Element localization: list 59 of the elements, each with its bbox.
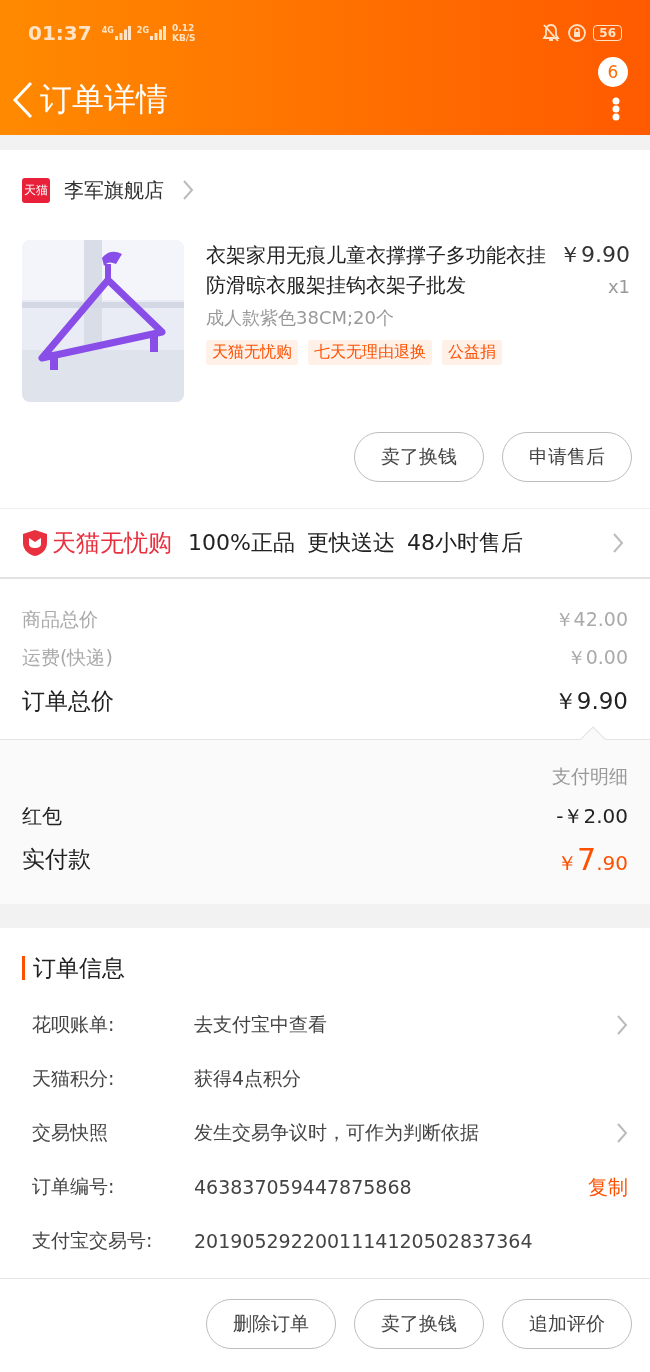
action-button[interactable]: 卖了换钱 [354, 1299, 484, 1349]
info-value[interactable]: 去支付宝中查看 [194, 1012, 616, 1038]
chevron-right-icon[interactable] [612, 532, 624, 554]
back-icon[interactable] [12, 81, 34, 119]
info-value: 463837059447875868 [194, 1176, 413, 1198]
info-value: 获得4点积分 [194, 1066, 303, 1091]
network-label: 4G [101, 25, 114, 35]
page-title: 订单详情 [40, 79, 168, 120]
status-time: 01:37 [28, 20, 92, 45]
product-title[interactable]: 衣架家用无痕儿童衣撑撑子多功能衣挂防滑晾衣服架挂钩衣架子批发 [206, 240, 551, 300]
product-quantity: x1 [607, 276, 630, 297]
payment-value: -￥2.00 [556, 802, 628, 830]
paid-label: 实付款 [22, 844, 91, 874]
section-title: 订单信息 [33, 953, 125, 983]
paid-amount: ￥7.90 [557, 841, 628, 877]
price-label: 运费(快递) [22, 645, 113, 670]
guarantee-item: 48小时售后 [406, 529, 523, 557]
price-value: ￥0.00 [566, 645, 628, 670]
action-button[interactable]: 追加评价 [502, 1299, 632, 1349]
info-label: 交易快照 [32, 1120, 109, 1145]
store-logo: 天猫 [22, 177, 50, 203]
service-tag: 七天无理由退换 [308, 340, 432, 365]
info-label: 支付宝交易号: [32, 1228, 154, 1253]
lock-rotation-icon [567, 22, 588, 43]
price-value: ￥9.90 [553, 686, 628, 716]
chevron-right-icon[interactable] [182, 179, 194, 201]
info-label: 花呗账单: [32, 1012, 116, 1037]
store-name[interactable]: 李军旗舰店 [64, 176, 164, 204]
speed-unit: KB/S [171, 32, 196, 43]
signal-icon [149, 25, 166, 40]
payment-detail-title: 支付明细 [552, 764, 628, 789]
payment-label: 红包 [22, 802, 62, 830]
guarantee-item: 100%正品 [188, 529, 295, 557]
more-icon[interactable] [612, 97, 620, 121]
network-label: 2G [136, 25, 149, 35]
price-value: ￥42.00 [554, 607, 628, 632]
info-label: 天猫积分: [32, 1066, 116, 1091]
price-label: 商品总价 [22, 607, 98, 632]
muted-bell-icon [541, 22, 562, 43]
info-value: 2019052922001114120502837364 [194, 1230, 534, 1252]
battery-level: 56 [593, 24, 622, 41]
guarantee-item: 更快送达 [306, 529, 395, 557]
info-label: 订单编号: [32, 1174, 116, 1199]
action-button[interactable]: 申请售后 [502, 432, 632, 482]
shield-icon [22, 529, 48, 557]
chevron-right-icon[interactable] [616, 1014, 628, 1036]
info-value[interactable]: 发生交易争议时，可作为判断依据 [194, 1120, 616, 1146]
guarantee-brand: 天猫无忧购 [52, 528, 172, 559]
action-button[interactable]: 删除订单 [206, 1299, 336, 1349]
signal-icon [114, 25, 131, 40]
price-label: 订单总价 [22, 686, 114, 716]
product-variant: 成人款紫色38CM;20个 [206, 306, 395, 330]
notification-badge: 6 [598, 57, 628, 87]
action-button[interactable]: 卖了换钱 [354, 432, 484, 482]
service-tag: 公益捐 [442, 340, 502, 365]
chevron-right-icon[interactable] [616, 1122, 628, 1144]
network-speed: 0.12 [171, 22, 196, 33]
service-tag: 天猫无忧购 [206, 340, 298, 365]
product-price: ￥9.90 [559, 241, 630, 269]
